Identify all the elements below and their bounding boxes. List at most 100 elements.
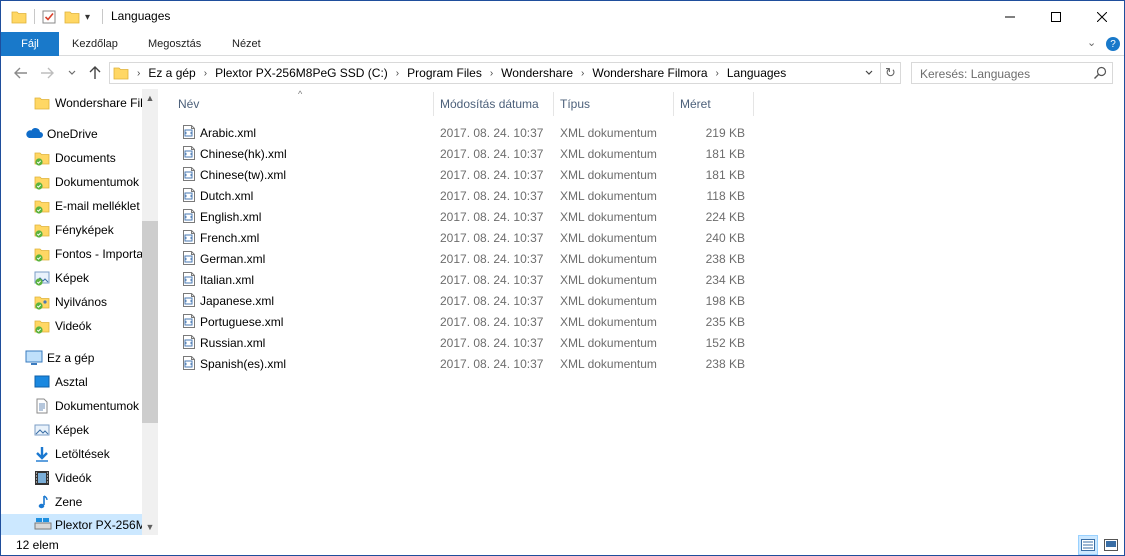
sidebar-item[interactable]: Zene: [1, 491, 142, 513]
close-button[interactable]: [1079, 1, 1124, 32]
nav-scrollbar[interactable]: ▲ ▼: [142, 89, 158, 535]
scroll-up-button[interactable]: ▲: [142, 89, 158, 106]
tab-share[interactable]: Megosztás: [148, 32, 201, 56]
sidebar-item-label: OneDrive: [47, 127, 98, 141]
xml-file-icon: [181, 334, 197, 350]
sidebar-item[interactable]: Letöltések: [1, 443, 142, 465]
help-icon[interactable]: ?: [1106, 37, 1120, 51]
search-input[interactable]: Keresés: Languages: [911, 62, 1113, 84]
sidebar-item[interactable]: Wondershare Fil: [1, 92, 142, 114]
breadcrumb-chevron-icon[interactable]: ›: [204, 68, 207, 79]
column-header-name[interactable]: Név: [178, 92, 199, 116]
documents-icon: [34, 398, 50, 414]
sidebar-item-label: Videók: [55, 471, 92, 485]
up-button[interactable]: [85, 63, 105, 83]
file-modified: 2017. 08. 24. 10:37: [440, 126, 544, 140]
desktop-icon: [34, 374, 50, 390]
tab-file[interactable]: Fájl: [1, 32, 59, 56]
xml-file-icon: [181, 271, 197, 287]
file-row[interactable]: Dutch.xml 2017. 08. 24. 10:37 XML dokument…: [176, 185, 756, 206]
sidebar-item[interactable]: Plextor PX-256M: [1, 514, 142, 535]
sidebar-item[interactable]: Documents: [1, 147, 142, 169]
column-header-type[interactable]: Típus: [560, 92, 590, 116]
minimize-button[interactable]: [987, 1, 1033, 32]
breadcrumb-chevron-icon[interactable]: ›: [396, 68, 399, 79]
file-row[interactable]: English.xml 2017. 08. 24. 10:37 XML dokume…: [176, 206, 756, 227]
column-header-modified[interactable]: Módosítás dátuma: [440, 92, 539, 116]
title-bar: ▾ Languages: [1, 1, 1124, 32]
sidebar-item[interactable]: OneDrive: [1, 123, 142, 145]
file-row[interactable]: Arabic.xml 2017. 08. 24. 10:37 XML dokumen…: [176, 122, 756, 143]
sidebar-item[interactable]: Képek: [1, 267, 142, 289]
xml-file-icon: [181, 229, 197, 245]
scroll-down-button[interactable]: ▼: [142, 518, 158, 535]
tab-view[interactable]: Nézet: [232, 32, 261, 56]
file-row[interactable]: Russian.xml 2017. 08. 24. 10:37 XML dokume…: [176, 332, 756, 353]
column-header-size-label: Méret: [680, 97, 711, 111]
sidebar-item[interactable]: Képek: [1, 419, 142, 441]
folder-shared-synced-icon: [34, 294, 50, 310]
sidebar-item[interactable]: Fényképek: [1, 219, 142, 241]
breadcrumb-chevron-icon[interactable]: ›: [137, 68, 140, 79]
column-divider[interactable]: [753, 92, 754, 116]
file-size: 238 KB: [705, 252, 745, 266]
breadcrumb-languages[interactable]: Languages: [727, 66, 786, 80]
sidebar-item[interactable]: Ez a gép: [1, 347, 142, 369]
column-header-size[interactable]: Méret: [680, 92, 711, 116]
sidebar-item[interactable]: Fontos - Importa: [1, 243, 142, 265]
maximize-button[interactable]: [1033, 1, 1079, 32]
sidebar-item[interactable]: Dokumentumok: [1, 171, 142, 193]
sidebar-item[interactable]: Videók: [1, 315, 142, 337]
file-row[interactable]: German.xml 2017. 08. 24. 10:37 XML dokumen…: [176, 248, 756, 269]
sidebar-item[interactable]: Nyilvános: [1, 291, 142, 313]
help-icon-glyph: ?: [1110, 38, 1116, 50]
file-row[interactable]: Chinese(tw).xml 2017. 08. 24. 10:37 XML do…: [176, 164, 756, 185]
breadcrumb-this-pc[interactable]: Ez a gép: [148, 66, 195, 80]
scroll-thumb[interactable]: [142, 221, 158, 423]
column-divider[interactable]: [553, 92, 554, 116]
address-history-dropdown[interactable]: [858, 63, 878, 83]
details-view-button[interactable]: [1078, 535, 1098, 555]
refresh-button[interactable]: ↻: [880, 63, 900, 83]
recent-locations-button[interactable]: [65, 63, 79, 83]
large-icons-view-button[interactable]: [1101, 535, 1121, 555]
new-folder-icon[interactable]: [64, 8, 80, 26]
breadcrumb-chevron-icon[interactable]: ›: [581, 68, 584, 79]
back-button[interactable]: [11, 63, 31, 83]
breadcrumb-wondershare[interactable]: Wondershare: [501, 66, 573, 80]
file-row[interactable]: Japanese.xml 2017. 08. 24. 10:37 XML dokum…: [176, 290, 756, 311]
drive-icon: [34, 517, 52, 533]
column-divider[interactable]: [673, 92, 674, 116]
sidebar-item[interactable]: Asztal: [1, 371, 142, 393]
expand-ribbon-icon[interactable]: ⌄: [1087, 36, 1096, 49]
xml-file-icon: [181, 166, 197, 182]
breadcrumb-drive[interactable]: Plextor PX-256M8PeG SSD (C:): [215, 66, 388, 80]
file-size: 240 KB: [705, 231, 745, 245]
tab-home[interactable]: Kezdőlap: [72, 32, 118, 56]
file-name: Chinese(tw).xml: [200, 168, 287, 182]
address-bar[interactable]: › Ez a gép › Plextor PX-256M8PeG SSD (C:…: [109, 62, 901, 84]
file-row[interactable]: French.xml 2017. 08. 24. 10:37 XML dokumen…: [176, 227, 756, 248]
properties-icon[interactable]: [41, 8, 57, 26]
breadcrumb-chevron-icon[interactable]: ›: [716, 68, 719, 79]
sidebar-item[interactable]: Videók: [1, 467, 142, 489]
folder-synced-icon: [34, 150, 50, 166]
search-icon[interactable]: [1092, 65, 1108, 81]
file-modified: 2017. 08. 24. 10:37: [440, 294, 544, 308]
file-row[interactable]: Chinese(hk).xml 2017. 08. 24. 10:37 XML do…: [176, 143, 756, 164]
xml-file-icon: [181, 313, 197, 329]
file-row[interactable]: Spanish(es).xml 2017. 08. 24. 10:37 XML do…: [176, 353, 756, 374]
column-divider[interactable]: [433, 92, 434, 116]
file-row[interactable]: Portuguese.xml 2017. 08. 24. 10:37 XML dok…: [176, 311, 756, 332]
forward-button[interactable]: [37, 63, 57, 83]
file-type: XML dokumentum: [560, 252, 657, 266]
breadcrumb-program-files[interactable]: Program Files: [407, 66, 482, 80]
breadcrumb-chevron-icon[interactable]: ›: [490, 68, 493, 79]
file-name: English.xml: [200, 210, 262, 224]
breadcrumb-filmora[interactable]: Wondershare Filmora: [592, 66, 707, 80]
sidebar-item[interactable]: Dokumentumok: [1, 395, 142, 417]
customize-quick-access-icon[interactable]: ▾: [85, 8, 90, 26]
sidebar-item[interactable]: E-mail melléklet: [1, 195, 142, 217]
folder-icon: [11, 8, 27, 26]
file-row[interactable]: Italian.xml 2017. 08. 24. 10:37 XML dokume…: [176, 269, 756, 290]
